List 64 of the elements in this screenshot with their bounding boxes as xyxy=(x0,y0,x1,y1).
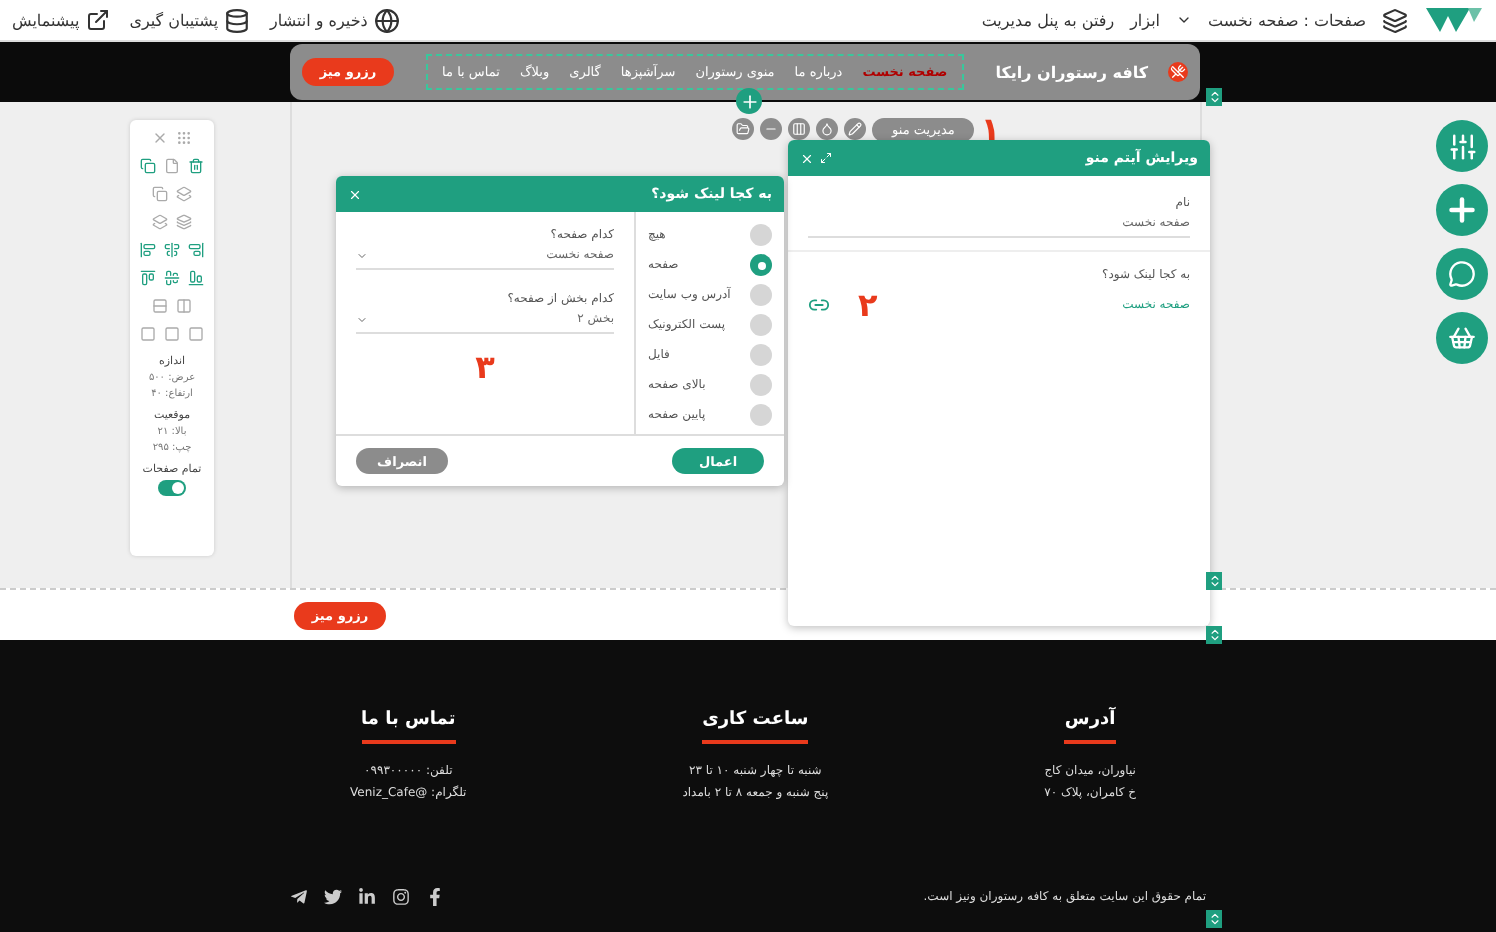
caret-icon xyxy=(356,249,368,261)
move-handle[interactable] xyxy=(1206,626,1222,644)
columns-icon xyxy=(792,122,806,136)
plus-icon xyxy=(1444,192,1480,228)
linkedin-icon[interactable] xyxy=(358,887,376,905)
tools-menu[interactable]: ابزار xyxy=(1130,11,1161,29)
utensils-icon xyxy=(1168,62,1188,82)
distribute-icon[interactable] xyxy=(152,298,168,314)
sliders-icon xyxy=(1447,131,1477,161)
radio-button[interactable] xyxy=(750,344,772,366)
move-handle[interactable] xyxy=(1206,910,1222,928)
radio-button[interactable] xyxy=(750,254,772,276)
facebook-icon[interactable] xyxy=(426,887,444,905)
twitter-icon[interactable] xyxy=(324,887,342,905)
external-link-icon xyxy=(85,8,110,32)
minus-icon xyxy=(764,122,778,136)
align-icon[interactable] xyxy=(164,270,180,286)
droplet-icon xyxy=(820,122,834,136)
align-icon[interactable] xyxy=(188,242,204,258)
link-icon[interactable] xyxy=(808,294,830,316)
database-icon xyxy=(224,7,251,33)
admin-panel-link[interactable]: رفتن به پنل مدیریت xyxy=(981,11,1115,29)
radio-button[interactable] xyxy=(750,314,772,336)
footer-heading: ساعت کاری xyxy=(702,710,809,744)
page-icon[interactable] xyxy=(164,158,180,174)
distribute-icon[interactable] xyxy=(176,298,192,314)
radio-button[interactable] xyxy=(750,224,772,246)
pages-dropdown[interactable]: صفحات : صفحه نخست xyxy=(1208,11,1366,29)
close-icon[interactable] xyxy=(152,130,168,146)
pencil-icon xyxy=(848,122,862,136)
basket-icon xyxy=(1448,324,1476,352)
instagram-icon[interactable] xyxy=(392,887,410,905)
caret-icon[interactable] xyxy=(1176,12,1193,28)
logo xyxy=(1424,4,1484,36)
globe-icon xyxy=(373,7,400,33)
step-number: ۲ xyxy=(858,286,878,324)
align-icon[interactable] xyxy=(188,270,204,286)
align-icon[interactable] xyxy=(140,242,156,258)
radio-button[interactable] xyxy=(750,404,772,426)
telegram-icon[interactable] xyxy=(290,887,308,905)
site-name: کافه رستوران رایکا xyxy=(995,63,1148,81)
toolbar-button[interactable]: پیشنمایش xyxy=(12,8,110,32)
grip-icon[interactable] xyxy=(176,130,192,146)
copy-icon[interactable] xyxy=(152,186,168,202)
all-pages-toggle[interactable] xyxy=(158,480,186,496)
footer-heading: تماس با ما xyxy=(361,710,456,744)
copy-icon[interactable] xyxy=(140,158,156,174)
move-handle[interactable] xyxy=(1206,88,1222,106)
layers-icon[interactable] xyxy=(1382,7,1408,33)
radio-button[interactable] xyxy=(750,284,772,306)
toolbar-button[interactable]: ذخیره و انتشار xyxy=(270,7,400,33)
folder-icon xyxy=(736,122,750,136)
move-handle[interactable] xyxy=(1206,572,1222,590)
toolbar-button[interactable]: پشتیبان گیری xyxy=(129,7,251,33)
trash-icon[interactable] xyxy=(188,158,204,174)
radio-button[interactable] xyxy=(750,374,772,396)
footer-heading: آدرس xyxy=(1064,710,1116,744)
step-number: ۱ xyxy=(980,110,1001,148)
plus-icon xyxy=(739,91,759,111)
align-icon[interactable] xyxy=(164,242,180,258)
caret-icon xyxy=(356,313,368,325)
speech-bubble-icon xyxy=(1448,260,1476,288)
step-number: ۳ xyxy=(475,348,495,386)
align-icon[interactable] xyxy=(140,270,156,286)
